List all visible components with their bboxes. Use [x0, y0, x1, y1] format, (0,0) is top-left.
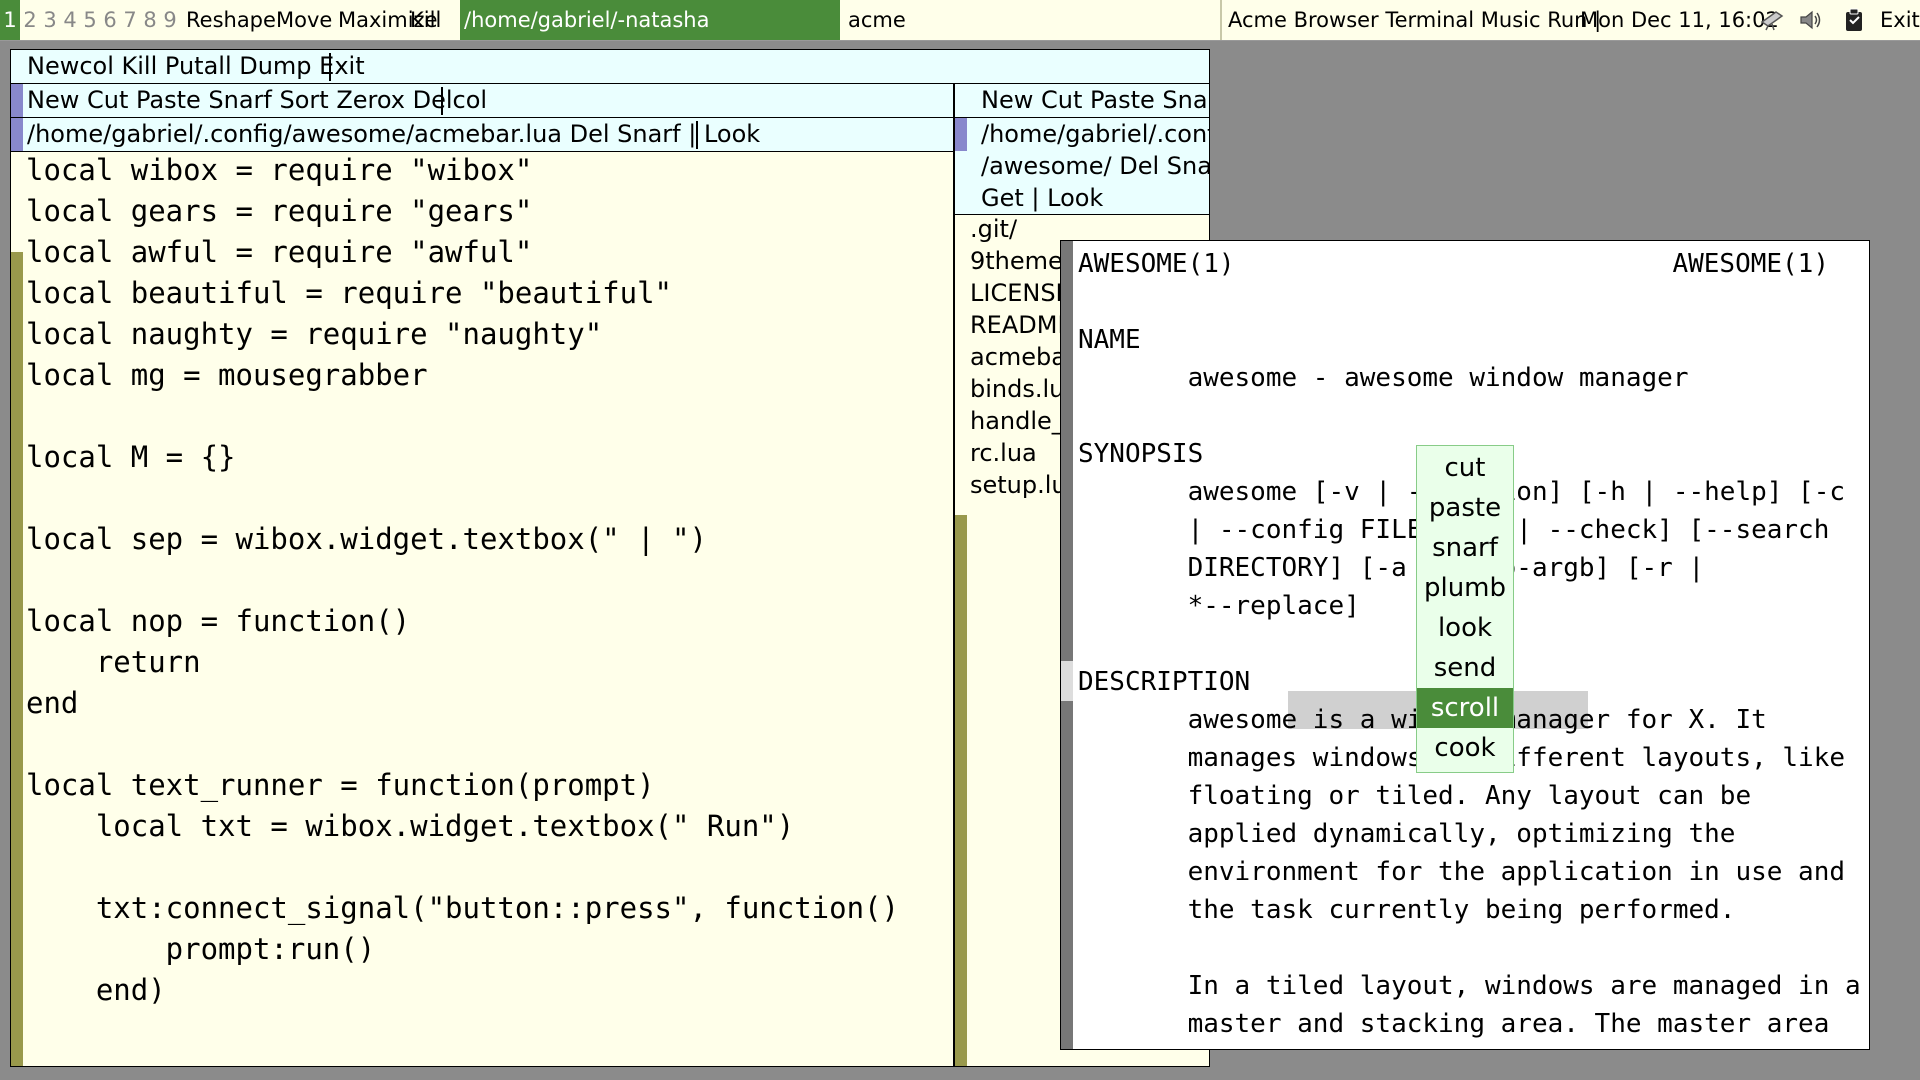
manpage-header-left: AWESOME(1) — [1078, 249, 1235, 279]
workspace-6[interactable]: 6 — [100, 0, 120, 40]
list-item[interactable]: README — [970, 309, 1062, 341]
window-handle[interactable] — [955, 118, 967, 151]
workspace-8[interactable]: 8 — [140, 0, 160, 40]
workspace-5[interactable]: 5 — [80, 0, 100, 40]
scroll-thumb[interactable] — [955, 215, 967, 515]
right-column-tag-text[interactable]: New Cut Paste Snarf — [981, 84, 1209, 117]
list-item[interactable]: handle_e — [970, 405, 1062, 437]
top-bar: 1 2 3 4 5 6 7 8 9 Reshape Move Maximize … — [0, 0, 1920, 41]
right-column-tag[interactable]: New Cut Paste Snarf — [955, 84, 1209, 118]
left-scrollbar[interactable] — [11, 152, 23, 1066]
tag-line-1[interactable]: /home/gabriel/.config — [981, 118, 1209, 150]
workspace-7[interactable]: 7 — [120, 0, 140, 40]
reshape-button[interactable]: Reshape — [186, 0, 276, 40]
left-window-tag-text[interactable]: /home/gabriel/.config/awesome/acmebar.lu… — [27, 118, 760, 151]
left-column-tag[interactable]: New Cut Paste Snarf Sort Zerox Delcol — [11, 84, 953, 118]
list-item[interactable]: LICENSE — [970, 277, 1062, 309]
left-column-tag-text[interactable]: New Cut Paste Snarf Sort Zerox Delcol — [27, 84, 487, 117]
tag-cursor — [441, 87, 443, 115]
context-menu: cut paste snarf plumb look send scroll c… — [1416, 445, 1514, 773]
menu-item-cook[interactable]: cook — [1417, 728, 1513, 768]
launcher-bar[interactable]: Acme Browser Terminal Music Run | — [1228, 0, 1601, 40]
workspace-4[interactable]: 4 — [60, 0, 80, 40]
list-item[interactable]: 9theme/ — [970, 245, 1062, 277]
tag-cursor — [329, 53, 331, 81]
list-item[interactable]: binds.lua — [970, 373, 1062, 405]
acme-main-tag[interactable]: Newcol Kill Putall Dump Exit — [11, 50, 1209, 84]
window-handle[interactable] — [11, 118, 23, 151]
task-acme[interactable]: acme — [844, 0, 1214, 40]
menu-item-cut[interactable]: cut — [1417, 448, 1513, 488]
right-window-tag-text[interactable]: /home/gabriel/.config /awesome/ Del Snar… — [981, 118, 1209, 214]
network-icon[interactable] — [1760, 8, 1786, 32]
menu-item-scroll[interactable]: scroll — [1417, 688, 1513, 728]
tag-line-2[interactable]: /awesome/ Del Snarf — [981, 150, 1209, 182]
left-window-tag[interactable]: /home/gabriel/.config/awesome/acmebar.lu… — [11, 118, 953, 152]
list-item[interactable]: rc.lua — [970, 437, 1062, 469]
column-handle[interactable] — [11, 84, 23, 117]
menu-item-look[interactable]: look — [1417, 608, 1513, 648]
clock: Mon Dec 11, 16:02 — [1580, 8, 1779, 32]
move-button[interactable]: Move — [276, 0, 332, 40]
code-editor[interactable]: local wibox = require "wibox" local gear… — [26, 150, 899, 1011]
scroll-thumb[interactable] — [1061, 241, 1073, 661]
menu-item-send[interactable]: send — [1417, 648, 1513, 688]
workspace-3[interactable]: 3 — [40, 0, 60, 40]
list-item[interactable]: setup.lua — [970, 469, 1062, 501]
kill-button[interactable]: Kill — [410, 0, 441, 40]
list-item[interactable]: acmebar — [970, 341, 1062, 373]
menu-item-snarf[interactable]: snarf — [1417, 528, 1513, 568]
directory-listing[interactable]: .git/ 9theme/ LICENSE README acmebar bin… — [970, 213, 1062, 501]
main-tag-text[interactable]: Newcol Kill Putall Dump Exit — [27, 50, 365, 83]
volume-icon[interactable] — [1798, 8, 1824, 32]
workspace-9[interactable]: 9 — [160, 0, 180, 40]
list-item[interactable]: .git/ — [970, 213, 1062, 245]
exit-button[interactable]: Exit — [1880, 0, 1920, 40]
tag-line-3[interactable]: Get | Look — [981, 182, 1209, 214]
workspace-2[interactable]: 2 — [20, 0, 40, 40]
scroll-thumb[interactable] — [11, 152, 23, 252]
clipboard-icon[interactable] — [1842, 8, 1868, 32]
scroll-track[interactable] — [1061, 701, 1073, 1049]
task-active[interactable]: /home/gabriel/-natasha — [460, 0, 840, 40]
menu-item-plumb[interactable]: plumb — [1417, 568, 1513, 608]
right-window-tag[interactable]: /home/gabriel/.config /awesome/ Del Snar… — [955, 118, 1209, 215]
manpage-header-right: AWESOME(1) — [1672, 249, 1829, 279]
workspace-1[interactable]: 1 — [0, 0, 20, 40]
divider — [1220, 0, 1222, 40]
tag-cursor — [696, 121, 698, 149]
menu-item-paste[interactable]: paste — [1417, 488, 1513, 528]
